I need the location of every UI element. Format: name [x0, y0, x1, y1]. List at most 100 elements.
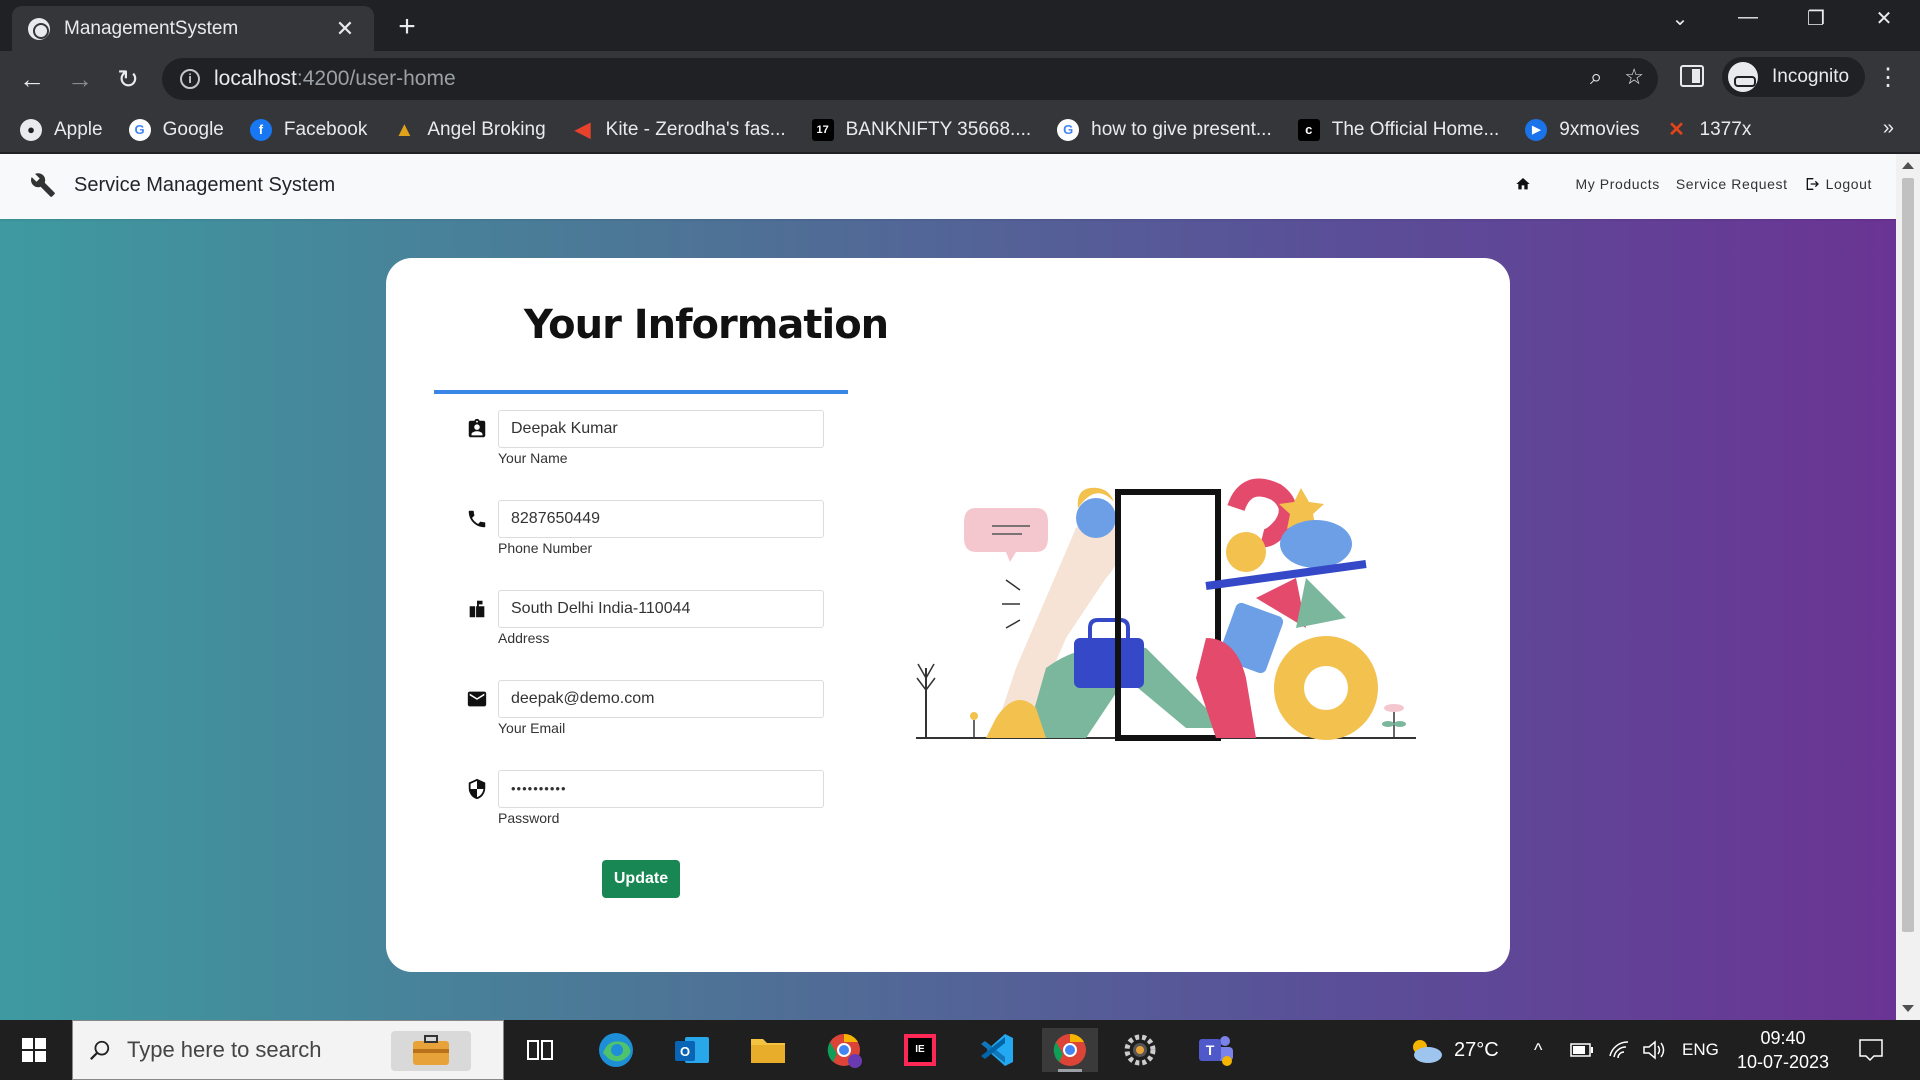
bookmark-star-icon[interactable]: ☆: [1624, 64, 1644, 90]
forward-icon[interactable]: →: [62, 61, 98, 97]
name-field-group: Deepak Kumar Your Name: [466, 410, 826, 480]
phone-field-group: 8287650449 Phone Number: [466, 500, 826, 570]
incognito-icon: [1728, 62, 1758, 92]
browser-menu-icon[interactable]: ⋮: [1876, 63, 1900, 92]
browser-tab-bar: ManagementSystem ✕ + ⌄ — ❐ ✕: [0, 0, 1920, 51]
bookmark-official-home[interactable]: c The Official Home...: [1297, 118, 1500, 141]
new-tab-button[interactable]: +: [392, 10, 422, 44]
task-view-icon[interactable]: [518, 1028, 562, 1072]
nav-service-request[interactable]: Service Request: [1676, 176, 1788, 192]
bookmark-label: Facebook: [283, 118, 368, 140]
bookmarks-bar: ● Apple G Google f Facebook ▲ Angel Broking …: [0, 107, 1920, 153]
battery-icon[interactable]: [1570, 1020, 1594, 1080]
bookmark-apple[interactable]: ● Apple: [20, 118, 103, 141]
chrome-icon[interactable]: [1042, 1028, 1098, 1072]
input-language[interactable]: ENG: [1682, 1020, 1719, 1080]
teams-icon[interactable]: T: [1194, 1028, 1238, 1072]
weather-widget[interactable]: 27°C: [1406, 1020, 1499, 1080]
site-info-icon[interactable]: i: [180, 69, 200, 89]
address-input[interactable]: South Delhi India-110044: [498, 590, 824, 628]
user-info-card: Your Information Deepak Kumar Your Name …: [386, 258, 1510, 972]
bookmark-1377x[interactable]: ✕ 1377x: [1666, 118, 1752, 141]
close-window-icon[interactable]: ✕: [1864, 6, 1904, 31]
wifi-icon[interactable]: [1608, 1020, 1630, 1080]
minimize-icon[interactable]: —: [1728, 6, 1768, 29]
scroll-thumb[interactable]: [1902, 178, 1914, 932]
phone-icon: [468, 510, 486, 528]
side-panel-icon[interactable]: [1680, 65, 1704, 87]
close-tab-icon[interactable]: ✕: [332, 16, 358, 42]
bookmark-9xmovies[interactable]: ▶ 9xmovies: [1525, 118, 1640, 141]
address-bar[interactable]: i localhost:4200/user-home ⌕ ☆: [162, 58, 1658, 100]
brand-title: Service Management System: [74, 173, 336, 196]
navbar-brand[interactable]: Service Management System: [30, 172, 335, 198]
clock-date: 10-07-2023: [1736, 1052, 1830, 1072]
notifications-icon[interactable]: [1858, 1020, 1884, 1080]
settings-gear-icon[interactable]: [1118, 1028, 1162, 1072]
name-input[interactable]: Deepak Kumar: [498, 410, 824, 448]
taskbar-search[interactable]: Type here to search: [72, 1020, 504, 1080]
edge-icon[interactable]: [594, 1028, 638, 1072]
tab-search-icon[interactable]: ⌄: [1660, 6, 1700, 31]
title-underline: [434, 390, 848, 394]
update-button[interactable]: Update: [602, 860, 680, 898]
incognito-label: Incognito: [1772, 66, 1850, 87]
navbar-links: My Products Service Request Logout: [1515, 176, 1872, 192]
show-hidden-icons[interactable]: ^: [1534, 1020, 1542, 1080]
email-field-group: deepak@demo.com Your Email: [466, 680, 826, 750]
mailbox-icon: [469, 600, 485, 618]
bookmark-angel-broking[interactable]: ▲ Angel Broking: [393, 119, 545, 141]
more-bookmarks-icon[interactable]: »: [1883, 117, 1894, 140]
back-icon[interactable]: ←: [14, 61, 50, 97]
nav-my-products[interactable]: My Products: [1575, 176, 1659, 192]
bookmark-label: 9xmovies: [1559, 118, 1640, 140]
email-input[interactable]: deepak@demo.com: [498, 680, 824, 718]
google-icon: G: [1057, 118, 1080, 141]
bookmark-how-to-give[interactable]: Ghow to give present...: [1057, 118, 1272, 141]
browser-toolbar: ← → ↻ i localhost:4200/user-home ⌕ ☆ Inc…: [0, 51, 1920, 107]
home-icon[interactable]: [1515, 176, 1531, 192]
cloud-icon: [1413, 1040, 1442, 1063]
windows-start-icon[interactable]: [22, 1038, 46, 1062]
bookmark-kite[interactable]: ◀ Kite - Zerodha's fas...: [572, 119, 786, 141]
zoom-icon[interactable]: ⌕: [1590, 64, 1602, 90]
volume-icon[interactable]: [1642, 1020, 1666, 1080]
logout-label: Logout: [1825, 176, 1872, 192]
search-icon: [90, 1040, 110, 1060]
password-field-group: •••••••••• Password: [466, 770, 826, 840]
email-label: Your Email: [498, 720, 566, 736]
x-icon: ✕: [1668, 118, 1685, 141]
password-input[interactable]: ••••••••••: [498, 770, 824, 808]
nav-logout[interactable]: Logout: [1804, 176, 1872, 192]
scroll-up-icon[interactable]: [1902, 162, 1914, 169]
system-clock[interactable]: 09:40 10-07-2023: [1728, 1026, 1838, 1074]
bookmark-google[interactable]: G Google: [128, 118, 224, 141]
name-label: Your Name: [498, 450, 568, 466]
incognito-badge[interactable]: Incognito: [1722, 57, 1866, 97]
weather-temp: 27°C: [1454, 1038, 1499, 1061]
phone-label: Phone Number: [498, 540, 593, 556]
chrome-profile-icon[interactable]: [822, 1028, 866, 1072]
bookmark-label: BANKNIFTY 35668....: [845, 118, 1032, 140]
active-indicator: [1058, 1069, 1082, 1072]
play-icon: ▶: [1525, 118, 1548, 141]
bookmark-facebook[interactable]: f Facebook: [249, 118, 368, 141]
bookmark-label: 1377x: [1699, 118, 1752, 140]
scroll-down-icon[interactable]: [1902, 1005, 1914, 1012]
bookmark-label: The Official Home...: [1331, 118, 1500, 140]
clock-time: 09:40: [1760, 1028, 1806, 1048]
omnibox-actions: ⌕ ☆: [1590, 64, 1644, 90]
briefcase-icon: [391, 1031, 471, 1071]
intellij-icon[interactable]: IE: [898, 1028, 942, 1072]
page-scrollbar[interactable]: [1896, 154, 1920, 1020]
restore-icon[interactable]: ❐: [1796, 6, 1836, 31]
browser-tab-active[interactable]: ManagementSystem ✕: [12, 6, 374, 51]
phone-input[interactable]: 8287650449: [498, 500, 824, 538]
file-explorer-icon[interactable]: [746, 1028, 790, 1072]
angel-broking-icon: ▲: [394, 118, 415, 141]
bookmark-banknifty[interactable]: 17 BANKNIFTY 35668....: [811, 118, 1032, 141]
outlook-icon[interactable]: O: [670, 1028, 714, 1072]
vscode-icon[interactable]: [974, 1028, 1018, 1072]
bookmark-label: Apple: [54, 118, 103, 140]
reload-icon[interactable]: ↻: [110, 61, 146, 97]
